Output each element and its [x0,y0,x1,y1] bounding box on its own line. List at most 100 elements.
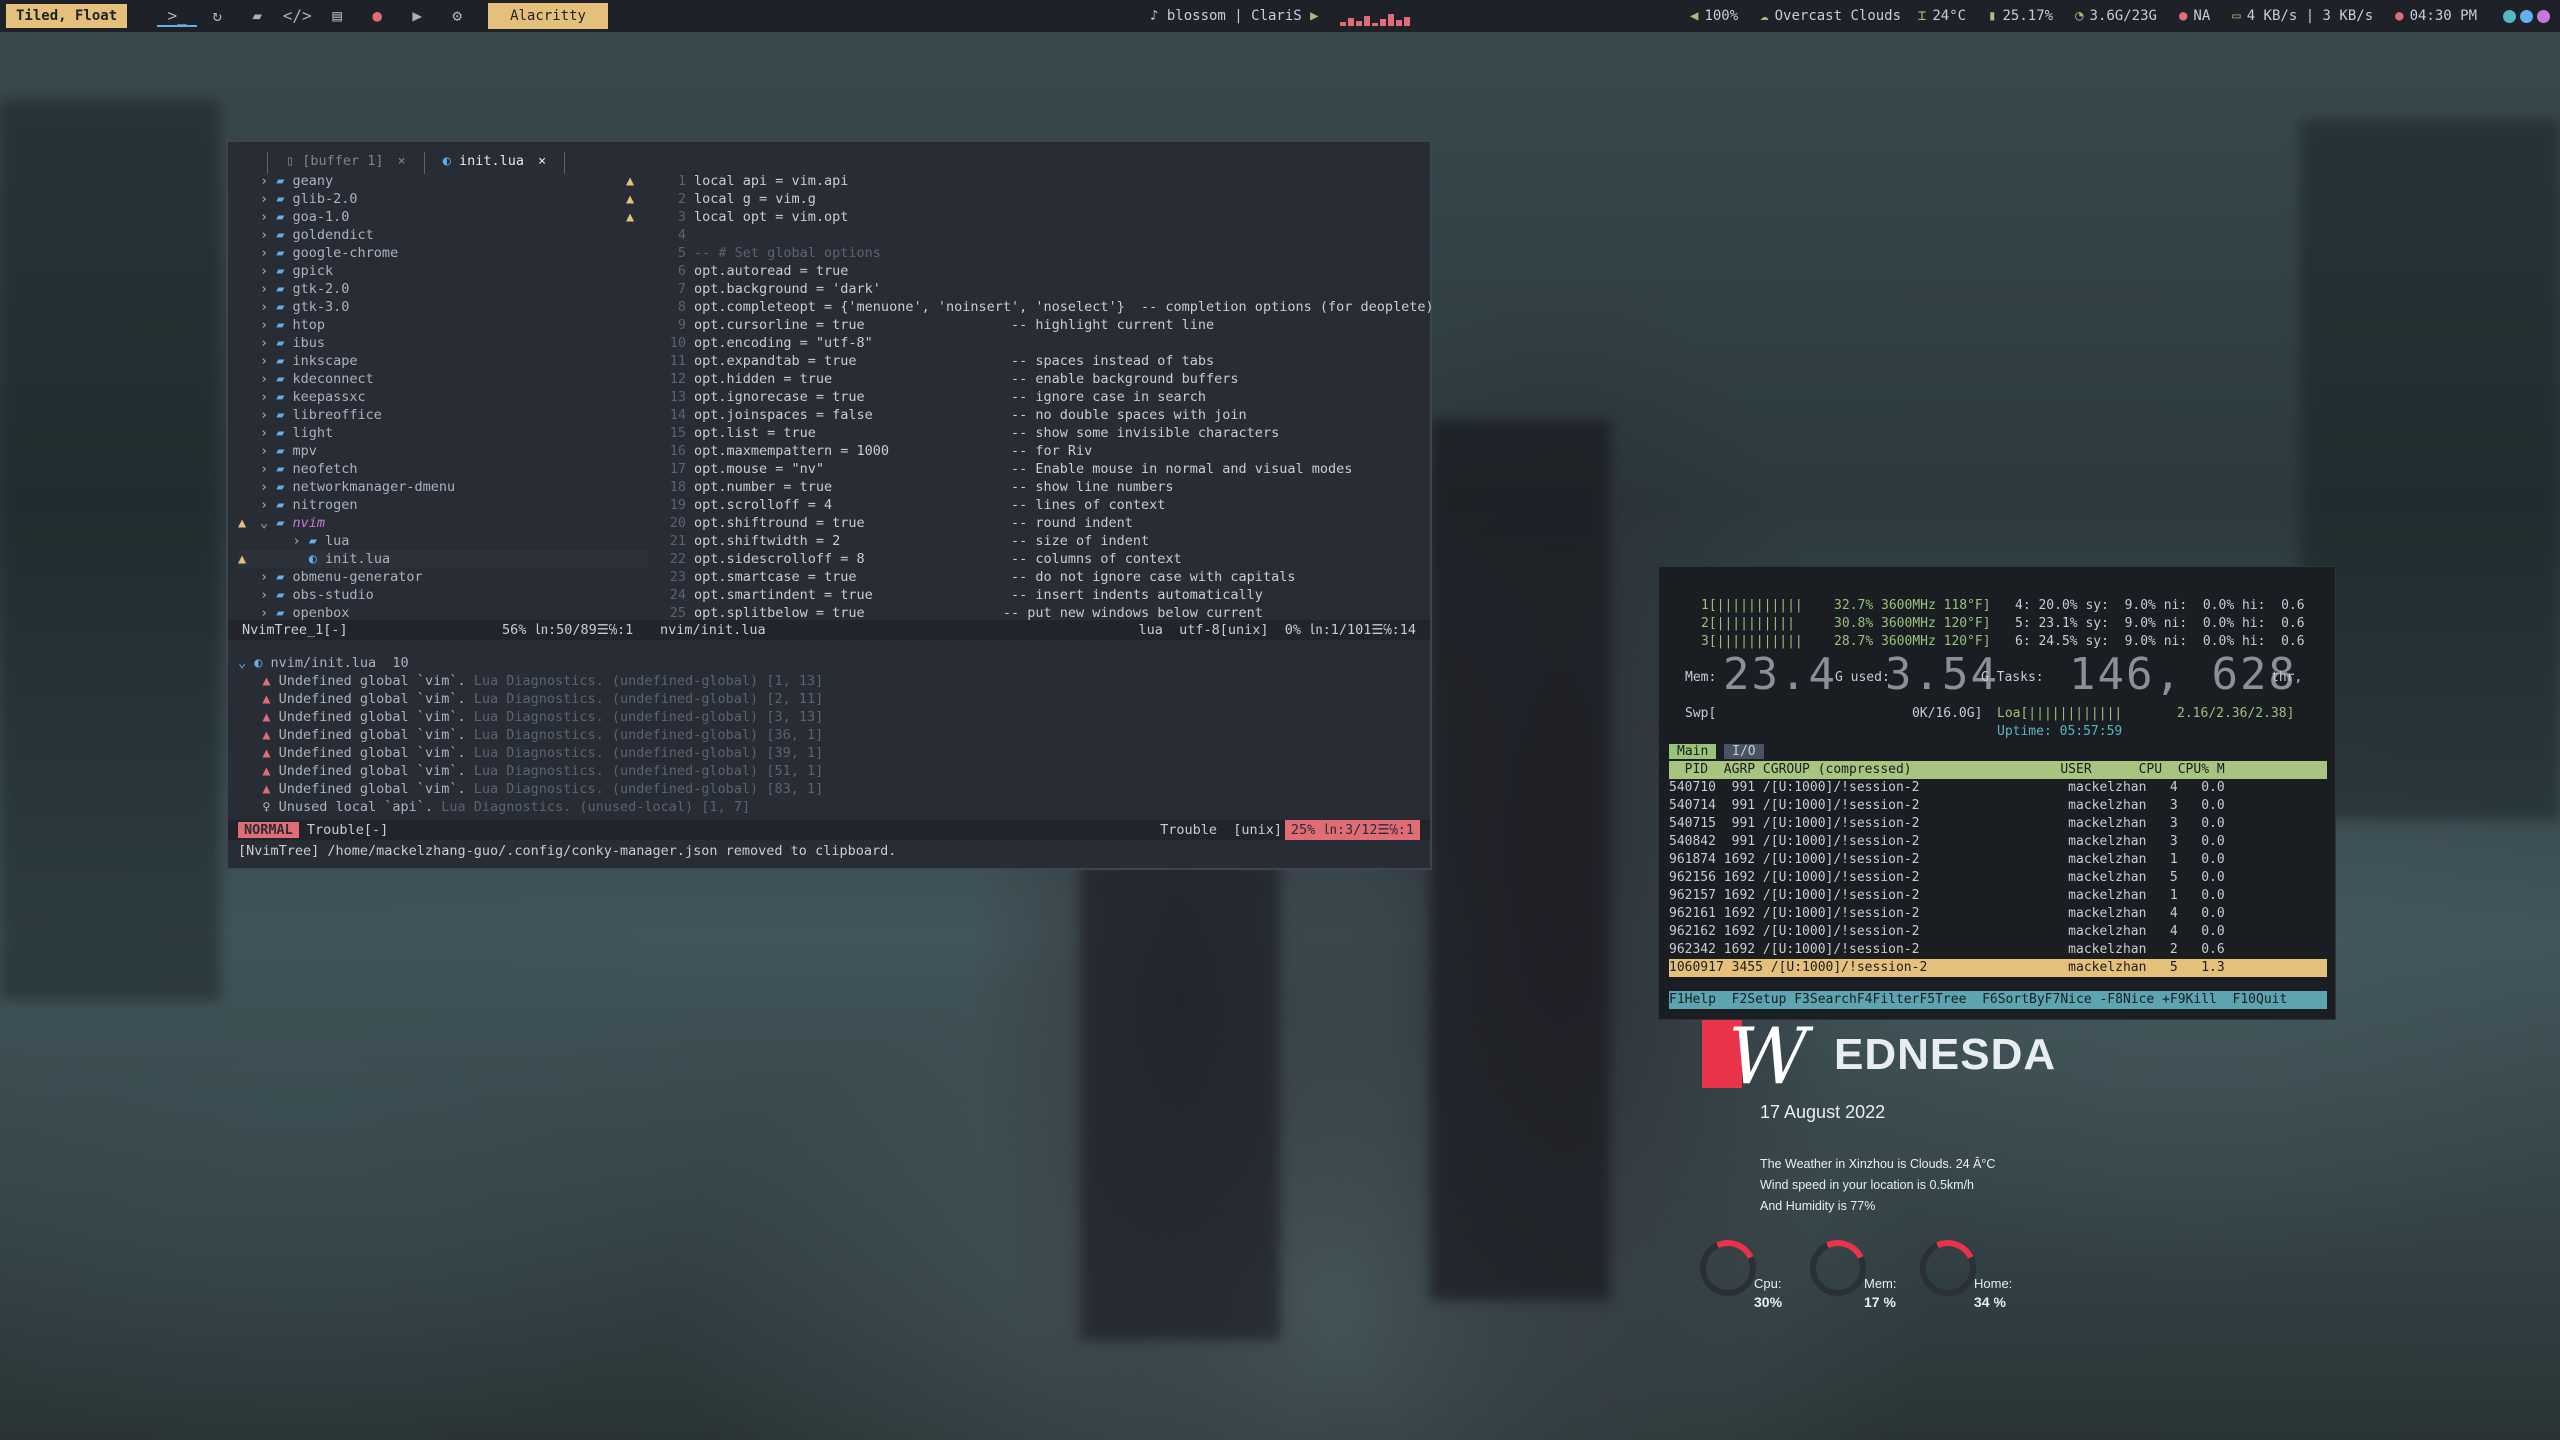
code-line[interactable]: 9 opt.cursorline = true -- highlight curr… [650,316,1430,334]
layout-indicator[interactable]: Tiled, Float [6,4,128,28]
process-row[interactable]: 962157 1692 /[U:1000]/!session-2 mackelz… [1669,887,2327,905]
code-line[interactable]: 24 opt.smartindent = true -- insert inden… [650,586,1430,604]
process-row[interactable]: 962156 1692 /[U:1000]/!session-2 mackelz… [1669,869,2327,887]
code-line[interactable]: 13 opt.ignorecase = true -- ignore case i… [650,388,1430,406]
tree-item[interactable]: › ▰ libreoffice [238,406,648,424]
youtube-icon[interactable]: ▶ [397,6,437,27]
code-line[interactable]: 21 opt.shiftwidth = 2 -- size of indent [650,532,1430,550]
code-line[interactable]: 7 opt.background = 'dark' [650,280,1430,298]
process-row[interactable]: 540715 991 /[U:1000]/!session-2 mackelzh… [1669,815,2327,833]
tree-item[interactable]: › ▰ goa-1.0 [238,208,648,226]
tree-item-label: gtk-2.0 [292,281,350,297]
code-line[interactable]: 20 opt.shiftround = true -- round indent [650,514,1430,532]
process-row[interactable]: 962161 1692 /[U:1000]/!session-2 mackelz… [1669,905,2327,923]
process-row[interactable]: 540842 991 /[U:1000]/!session-2 mackelzh… [1669,833,2327,851]
diagnostic-item[interactable]: ▲ Undefined global `vim`. Lua Diagnostic… [238,690,1418,708]
tree-item[interactable]: › ▰ goldendict [238,226,648,244]
code-line[interactable]: ▲ 2 local g = vim.g [626,190,1430,208]
code-editor[interactable]: ▲ 1 local api = vim.api ▲ 2 local g = vim.g ▲ 3… [626,172,1434,622]
terminal-icon[interactable]: >_ [157,6,198,27]
close-icon[interactable]: × [398,153,406,169]
function-keys[interactable]: F1Help F2Setup F3SearchF4FilterF5Tree F6… [1669,991,2327,1009]
code-line[interactable]: 11 opt.expandtab = true -- spaces instead… [650,352,1430,370]
nvim-window[interactable]: ▯ [buffer 1] × ◐ init.lua × › ▰ geany › ▰ g… [226,140,1434,870]
tab-io[interactable]: I/O [1724,744,1764,759]
tree-item[interactable]: › ▰ kdeconnect [238,370,648,388]
tray-icon-3[interactable] [2537,9,2550,23]
diagnostic-item[interactable]: ♀ Unused local `api`. Lua Diagnostics. (… [238,798,1418,816]
folder-icon[interactable]: ▰ [237,6,277,27]
code-line[interactable]: ▲ 1 local api = vim.api [626,172,1430,190]
tree-item[interactable]: › ▰ mpv [238,442,648,460]
tree-item[interactable]: › ▰ keepassxc [238,388,648,406]
code-icon[interactable]: </> [277,6,317,27]
process-row[interactable]: 540710 991 /[U:1000]/!session-2 mackelzh… [1669,779,2327,797]
tree-item[interactable]: › ▰ gtk-3.0 [238,298,648,316]
process-header[interactable]: PID AGRP CGROUP (compressed) USER CPU CP… [1669,761,2327,779]
trouble-header[interactable]: ⌄ ◐ nvim/init.lua 10 [238,654,1418,672]
tab-buffer-1[interactable]: ▯ [buffer 1] × [268,152,424,174]
code-line[interactable]: 4 [650,226,1430,244]
tree-item[interactable]: › ▰ htop [238,316,648,334]
clock-widget[interactable]: ● 04:30 PM [2395,0,2477,32]
tree-item[interactable]: › ▰ google-chrome [238,244,648,262]
tab-main[interactable]: Main [1669,744,1717,759]
active-window-title[interactable]: Alacritty [488,3,608,29]
diagnostic-item[interactable]: ▲ Undefined global `vim`. Lua Diagnostic… [238,744,1418,762]
media-player[interactable]: ♪ blossom | ClariS ▶ [1150,0,1319,32]
diagnostic-item[interactable]: ▲ Undefined global `vim`. Lua Diagnostic… [238,672,1418,690]
tree-item[interactable]: › ▰ obs-studio [238,586,648,604]
close-icon[interactable]: × [538,153,546,169]
tree-item[interactable]: › ▰ neofetch [238,460,648,478]
process-row[interactable]: 962342 1692 /[U:1000]/!session-2 mackelz… [1669,941,2327,959]
code-line[interactable]: 15 opt.list = true -- show some invisible… [650,424,1430,442]
code-line[interactable]: 10 opt.encoding = "utf-8" [650,334,1430,352]
diagnostic-item[interactable]: ▲ Undefined global `vim`. Lua Diagnostic… [238,708,1418,726]
code-line[interactable]: 19 opt.scrolloff = 4 -- lines of context [650,496,1430,514]
tree-item[interactable]: ▲ ◐ init.lua [238,550,648,568]
play-icon[interactable]: ▶ [1310,8,1318,24]
tree-item[interactable]: › ▰ gtk-2.0 [238,280,648,298]
tree-item[interactable]: › ▰ glib-2.0 [238,190,648,208]
code-line[interactable]: 12 opt.hidden = true -- enable background… [650,370,1430,388]
tree-item[interactable]: › ▰ inkscape [238,352,648,370]
code-line[interactable]: 16 opt.maxmempattern = 1000 -- for Riv [650,442,1430,460]
code-line[interactable]: ▲ 3 local opt = vim.opt [626,208,1430,226]
code-line[interactable]: 22 opt.sidescrolloff = 8 -- columns of co… [650,550,1430,568]
tree-item[interactable]: › ▰ obmenu-generator [238,568,648,586]
diagnostic-item[interactable]: ▲ Undefined global `vim`. Lua Diagnostic… [238,726,1418,744]
tree-item[interactable]: › ▰ lua [238,532,648,550]
tree-item[interactable]: › ▰ nitrogen [238,496,648,514]
gear-icon[interactable]: ⚙ [437,6,477,27]
diagnostic-item[interactable]: ▲ Undefined global `vim`. Lua Diagnostic… [238,780,1418,798]
file-tree[interactable]: › ▰ geany › ▰ glib-2.0 › ▰ goa-1.0 › ▰ gold… [238,172,648,622]
code-line[interactable]: 18 opt.number = true -- show line numbers [650,478,1430,496]
chat-icon[interactable]: ● [357,6,397,27]
code-line[interactable]: 23 opt.smartcase = true -- do not ignore … [650,568,1430,586]
trouble-panel[interactable]: ⌄ ◐ nvim/init.lua 10 ▲ Undefined global … [238,654,1418,816]
tree-item[interactable]: › ▰ networkmanager-dmenu [238,478,648,496]
book-icon[interactable]: ▤ [317,6,357,27]
tree-item[interactable]: › ▰ gpick [238,262,648,280]
tree-item[interactable]: › ▰ geany [238,172,648,190]
process-row[interactable]: 540714 991 /[U:1000]/!session-2 mackelzh… [1669,797,2327,815]
tree-item[interactable]: ▲ ⌄ ▰ nvim [238,514,648,532]
refresh-icon[interactable]: ↻ [197,6,237,27]
tray-icon-1[interactable] [2503,9,2516,23]
code-line[interactable]: 17 opt.mouse = "nv" -- Enable mouse in no… [650,460,1430,478]
tree-item[interactable]: › ▰ light [238,424,648,442]
code-line[interactable]: 14 opt.joinspaces = false -- no double sp… [650,406,1430,424]
code-line[interactable]: 6 opt.autoread = true [650,262,1430,280]
diagnostic-item[interactable]: ▲ Undefined global `vim`. Lua Diagnostic… [238,762,1418,780]
tray-icon-2[interactable] [2520,9,2533,23]
htop-window[interactable]: 1[||||||||||| 32.7% 3600MHz 118°F] 2[|||… [1658,566,2336,1020]
tab-init-lua[interactable]: ◐ init.lua × [425,152,564,174]
tree-item[interactable]: › ▰ ibus [238,334,648,352]
process-row[interactable]: 1060917 3455 /[U:1000]/!session-2 mackel… [1669,959,2327,977]
volume-widget[interactable]: ◀ 100% [1690,0,1738,32]
process-row[interactable]: 961874 1692 /[U:1000]/!session-2 mackelz… [1669,851,2327,869]
memory-icon: ◔ [2075,8,2084,24]
code-line[interactable]: 8 opt.completeopt = {'menuone', 'noinsert… [650,298,1434,316]
code-line[interactable]: 5 -- # Set global options [650,244,1430,262]
process-row[interactable]: 962162 1692 /[U:1000]/!session-2 mackelz… [1669,923,2327,941]
